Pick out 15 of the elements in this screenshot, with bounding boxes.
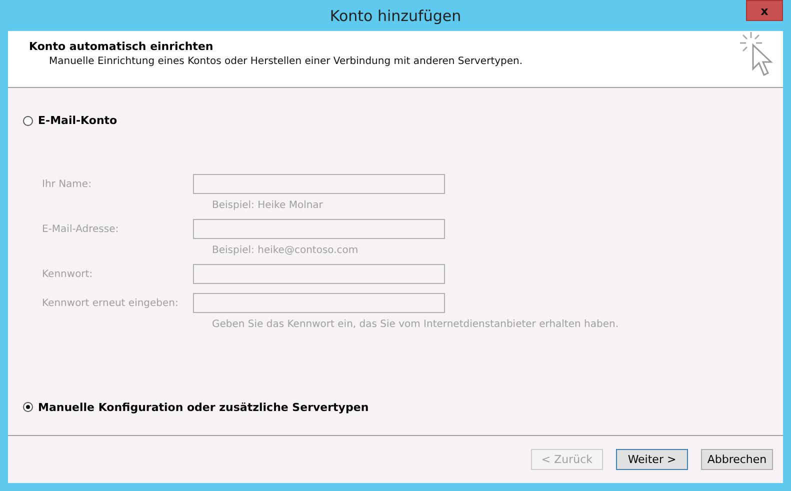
hint-text: Beispiel: Heike Molnar	[212, 200, 324, 210]
header-title: Konto automatisch einrichten	[29, 40, 214, 53]
close-button[interactable]: x	[746, 0, 783, 21]
dialog-button[interactable]: Weiter >	[616, 449, 688, 470]
field-label: Ihr Name:	[42, 178, 92, 190]
window-title: Konto hinzufügen	[330, 6, 462, 24]
field-label: Kennwort:	[42, 268, 94, 280]
field-label: Kennwort erneut eingeben:	[42, 298, 180, 308]
hint-text: Beispiel: heike@contoso.com	[212, 244, 360, 256]
hint-text: Geben Sie das Kennwort ein, das Sie vom Internetdienstanbieter erhalten haben.	[212, 318, 620, 330]
header-subtitle: Manuelle Einrichtung eines Kontos oder Herstellen einer Verbindung mit anderen Servertypen.	[49, 56, 523, 67]
radio-option[interactable]: E-Mail-Konto	[23, 114, 118, 127]
radio-option[interactable]: Manuelle Konfiguration oder zusätzliche Servertypen	[23, 400, 369, 414]
field-label: E-Mail-Adresse:	[42, 224, 120, 234]
dialog-button[interactable]: Abbrechen	[701, 449, 773, 470]
